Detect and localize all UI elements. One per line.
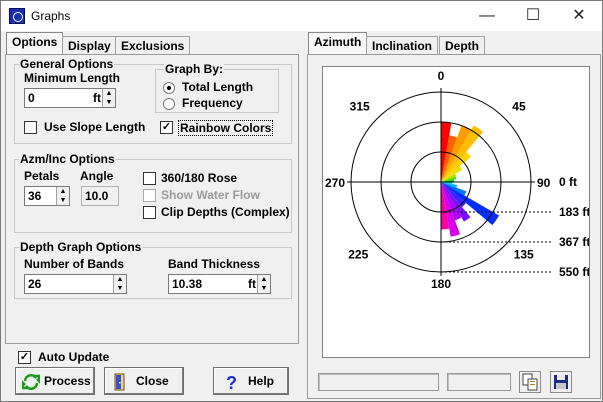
azm-inc-options-group: Azm/Inc Options Petals Angle 36 ▲ ▼ 10.0 … (14, 152, 292, 233)
band-thickness-input[interactable]: 10.38 ft ▲ ▼ (168, 274, 271, 294)
azimuth-rose-chart: 0 45 90 135 180 225 270 315 0 ft 183 ft 367 ft 550 … (322, 66, 590, 358)
minimum-length-spinner[interactable]: ▲ ▼ (102, 89, 115, 107)
petals-value: 36 (28, 189, 42, 203)
band-thickness-label: Band Thickness (168, 257, 261, 271)
band-thickness-spinner[interactable]: ▲ ▼ (257, 275, 270, 293)
status-field-2 (447, 373, 511, 391)
angle-label: Angle (80, 169, 114, 183)
graphs-window: Graphs — ☐ ✕ Options Display Exclusions … (0, 0, 603, 402)
save-button[interactable] (550, 371, 572, 393)
ring-distance-label: 550 ft (559, 265, 589, 279)
close-window-button[interactable]: ✕ (556, 1, 602, 31)
number-of-bands-input[interactable]: 26 ▲ ▼ (24, 274, 127, 294)
minimum-length-value: 0 (28, 91, 35, 105)
help-icon: ? (226, 373, 237, 391)
angle-label: 90 (537, 176, 551, 190)
angle-label: 0 (438, 69, 445, 83)
save-disk-icon (554, 375, 568, 389)
total-length-label: Total Length (182, 80, 254, 94)
show-water-flow-label: Show Water Flow (161, 188, 260, 202)
maximize-button[interactable]: ☐ (510, 1, 556, 31)
petals-spinner[interactable]: ▲ ▼ (56, 187, 69, 205)
copy-button[interactable] (519, 371, 541, 393)
tab-azimuth[interactable]: Azimuth (308, 32, 368, 54)
number-of-bands-label: Number of Bands (24, 257, 125, 271)
title-bar: Graphs — ☐ ✕ (1, 1, 602, 31)
auto-update-checkbox[interactable]: ✓ (18, 351, 31, 364)
help-button-label: Help (248, 374, 275, 388)
door-icon (114, 373, 125, 391)
general-options-title: General Options (19, 57, 115, 71)
process-button[interactable]: Process (15, 367, 95, 395)
angle-label: 225 (348, 248, 368, 262)
minimize-button[interactable]: — (464, 1, 510, 31)
rose-diagram: 0 45 90 135 180 225 270 315 0 ft 183 ft 367 ft 550 … (325, 69, 590, 291)
ring-distance-label: 183 ft (559, 205, 589, 219)
use-slope-length-label: Use Slope Length (44, 120, 146, 134)
rainbow-colors-checkbox[interactable]: ✓ (160, 121, 173, 134)
depth-graph-options-group: Depth Graph Options Number of Bands Band… (14, 240, 292, 299)
close-button[interactable]: Close (104, 367, 184, 395)
rainbow-colors-label: Rainbow Colors (178, 120, 274, 136)
process-button-label: Process (44, 374, 91, 388)
general-options-group: General Options Minimum Length 0 ft ▲ ▼ G… (14, 57, 292, 144)
svg-text:?: ? (226, 373, 237, 391)
minimum-length-input[interactable]: 0 ft ▲ ▼ (24, 88, 116, 108)
ring-distance-label: 367 ft (559, 235, 589, 249)
angle-value: 10.0 (81, 186, 119, 206)
clip-depths-label: Clip Depths (Complex) (161, 205, 290, 219)
tab-options[interactable]: Options (6, 32, 64, 54)
number-of-bands-spinner[interactable]: ▲ ▼ (113, 275, 126, 293)
band-thickness-value: 10.38 (172, 277, 203, 291)
status-field-1 (318, 373, 439, 391)
rose-360-180-label: 360/180 Rose (161, 171, 238, 185)
tab-exclusions[interactable]: Exclusions (115, 36, 191, 55)
auto-update-label: Auto Update (38, 350, 110, 364)
window-title: Graphs (31, 9, 71, 23)
radio-total-length[interactable] (163, 82, 175, 94)
angle-label: 180 (431, 277, 451, 291)
use-slope-length-checkbox[interactable] (24, 121, 37, 134)
minimum-length-label: Minimum Length (24, 71, 120, 85)
refresh-icon (22, 374, 40, 390)
options-panel: General Options Minimum Length 0 ft ▲ ▼ G… (5, 54, 299, 344)
angle-label: 270 (325, 176, 345, 190)
angle-label: 315 (350, 100, 370, 114)
petals-input[interactable]: 36 ▲ ▼ (24, 186, 70, 206)
frequency-label: Frequency (182, 96, 243, 110)
minimum-length-unit: ft (93, 91, 101, 105)
show-water-flow-checkbox (143, 189, 156, 202)
depth-graph-options-title: Depth Graph Options (19, 240, 143, 254)
close-button-label: Close (136, 374, 169, 388)
tab-depth[interactable]: Depth (439, 36, 485, 55)
number-of-bands-value: 26 (28, 277, 42, 291)
ring-distance-label: 0 ft (559, 175, 577, 189)
band-thickness-unit: ft (248, 277, 256, 291)
petals-label: Petals (24, 169, 60, 183)
azm-inc-options-title: Azm/Inc Options (19, 152, 116, 166)
rose-360-180-checkbox[interactable] (143, 172, 156, 185)
angle-label: 135 (514, 248, 534, 262)
angle-label: 45 (512, 100, 526, 114)
copy-icon (522, 373, 538, 391)
help-button[interactable]: ? Help (213, 367, 289, 395)
tab-inclination[interactable]: Inclination (366, 36, 438, 55)
tab-display[interactable]: Display (62, 36, 117, 55)
graph-by-title: Graph By: (164, 62, 225, 76)
graph-by-group: Graph By: Total Length Frequency (155, 62, 279, 113)
radio-frequency[interactable] (163, 98, 175, 110)
clip-depths-checkbox[interactable] (143, 206, 156, 219)
app-icon (9, 8, 25, 24)
